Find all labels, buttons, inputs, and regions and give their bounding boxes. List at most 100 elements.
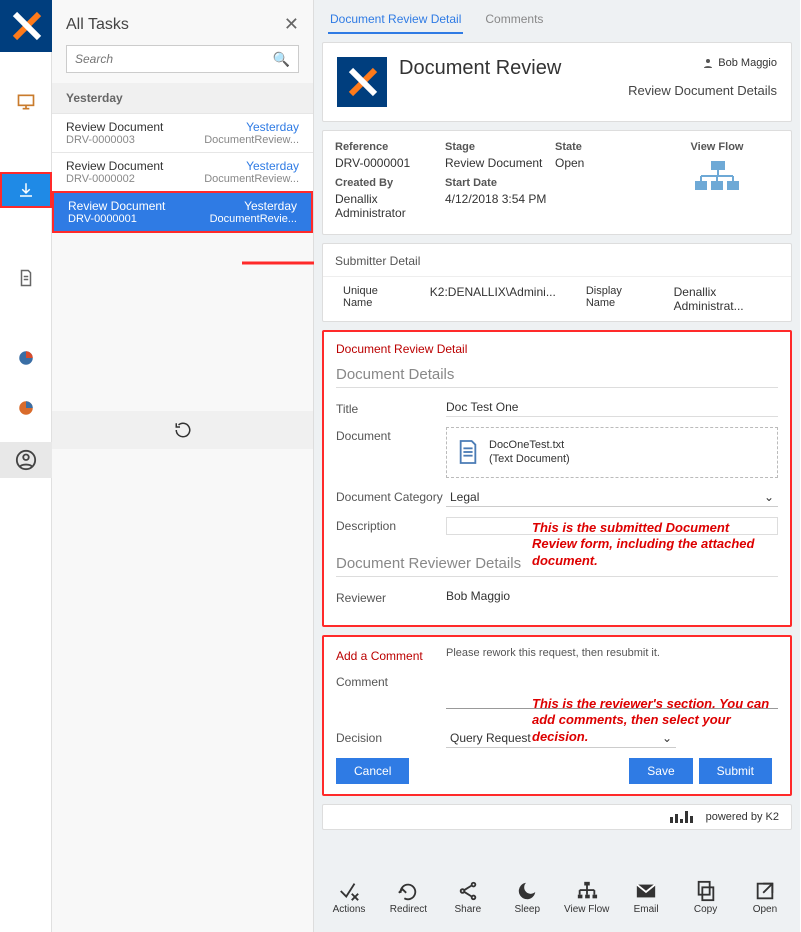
action-redirect[interactable]: Redirect	[385, 880, 431, 932]
category-select[interactable]: Legal ⌄	[446, 488, 778, 507]
save-button[interactable]: Save	[629, 758, 692, 784]
comment-card: Add a CommentPlease rework this request,…	[322, 635, 792, 796]
action-open[interactable]: Open	[742, 880, 788, 932]
submit-button[interactable]: Submit	[699, 758, 772, 784]
copy-icon	[695, 880, 717, 902]
rail-item-forms[interactable]	[0, 258, 52, 298]
action-share[interactable]: Share	[445, 880, 491, 932]
comment-label: Comment	[336, 673, 446, 689]
rail-item-report1[interactable]	[0, 338, 52, 378]
flow-chart-icon[interactable]	[693, 159, 741, 195]
add-comment-label: Add a Comment	[336, 647, 446, 663]
task-item-selected[interactable]: Review DocumentYesterday DRV-0000001Docu…	[52, 191, 313, 233]
viewflow-label: View Flow	[691, 141, 744, 153]
submitter-card: Submitter Detail Unique Name K2:DENALLIX…	[322, 243, 792, 322]
form-logo	[337, 57, 387, 107]
open-external-icon	[754, 880, 776, 902]
current-user: Bob Maggio	[718, 57, 777, 69]
chevron-down-icon: ⌄	[764, 490, 774, 504]
title-label: Title	[336, 400, 446, 416]
document-label: Document	[336, 427, 446, 443]
rail-item-report2[interactable]	[0, 388, 52, 428]
stage-label: Stage	[445, 141, 555, 153]
category-value: Legal	[450, 490, 479, 504]
user-circle-icon	[15, 449, 37, 471]
rail-item-profile[interactable]	[0, 442, 52, 478]
review-card-title: Document Review Detail	[336, 342, 778, 356]
presentation-icon	[16, 92, 36, 112]
decision-label: Decision	[336, 729, 446, 745]
task-ref: DRV-0000003	[66, 134, 135, 146]
uniquename-value: K2:DENALLIX\Admini...	[430, 285, 556, 299]
task-date: Yesterday	[246, 159, 299, 173]
page-title: Document Review	[399, 57, 561, 80]
search-input[interactable]	[67, 46, 265, 72]
document-icon	[17, 269, 35, 287]
left-rail	[0, 0, 52, 932]
header-card: Document Review Bob Maggio Review Docume…	[322, 42, 792, 122]
task-item[interactable]: Review DocumentYesterday DRV-0000003Docu…	[52, 113, 313, 152]
action-actions[interactable]: Actions	[326, 880, 372, 932]
reviewer-value: Bob Maggio	[446, 589, 778, 605]
flow-icon	[576, 880, 598, 902]
description-label: Description	[336, 517, 446, 533]
chevron-down-icon: ⌄	[662, 731, 672, 745]
action-bar: Actions Redirect Share Sleep View Flow E…	[314, 876, 800, 932]
page-subtitle: Review Document Details	[628, 83, 777, 98]
pie-chart-icon	[17, 349, 35, 367]
attachment-name: DocOneTest.txt	[489, 438, 570, 452]
task-wf: DocumentReview...	[204, 173, 299, 185]
task-title: Review Document	[66, 159, 163, 173]
title-value: Doc Test One	[446, 400, 778, 417]
comment-textarea[interactable]	[446, 673, 778, 709]
search-icon[interactable]: 🔍	[265, 51, 298, 68]
rail-item-inbox[interactable]	[0, 172, 52, 208]
close-icon[interactable]: ✕	[284, 14, 299, 35]
search-input-wrapper[interactable]: 🔍	[66, 45, 299, 73]
uniquename-label: Unique Name	[343, 285, 400, 309]
file-icon	[457, 439, 479, 465]
createdby-label: Created By	[335, 177, 445, 189]
refresh-button[interactable]	[52, 411, 313, 449]
state-value: Open	[555, 156, 655, 174]
description-input[interactable]	[446, 517, 778, 535]
document-review-detail-card: Document Review Detail Document Details …	[322, 330, 792, 627]
task-ref: DRV-0000001	[68, 213, 137, 225]
cancel-button[interactable]: Cancel	[336, 758, 409, 784]
download-icon	[17, 181, 35, 199]
email-icon	[635, 880, 657, 902]
tab-comments[interactable]: Comments	[483, 8, 545, 34]
powered-by-label: powered by K2	[706, 811, 779, 823]
task-date: Yesterday	[244, 199, 297, 213]
metadata-card: Reference Stage State View Flow DRV-0000…	[322, 130, 792, 235]
powered-by-footer: powered by K2	[322, 804, 792, 830]
action-copy[interactable]: Copy	[683, 880, 729, 932]
reviewer-label: Reviewer	[336, 589, 446, 605]
action-sleep[interactable]: Sleep	[504, 880, 550, 932]
task-group-header: Yesterday	[52, 83, 313, 113]
task-wf: DocumentReview...	[204, 134, 299, 146]
sidebar-title: All Tasks	[66, 16, 129, 34]
check-x-icon	[338, 880, 360, 902]
action-email[interactable]: Email	[623, 880, 669, 932]
state-label: State	[555, 141, 655, 153]
rail-item-workspace[interactable]	[0, 82, 52, 122]
detail-tabs: Document Review Detail Comments	[314, 0, 800, 34]
startdate-label: Start Date	[445, 177, 555, 189]
reference-label: Reference	[335, 141, 445, 153]
attachment-box[interactable]: DocOneTest.txt(Text Document)	[446, 427, 778, 478]
attachment-type: (Text Document)	[489, 452, 570, 466]
task-date: Yesterday	[246, 120, 299, 134]
decision-select[interactable]: Query Request⌄	[446, 729, 676, 748]
createdby-value: Denallix Administrator	[335, 192, 445, 224]
task-sidebar: All Tasks ✕ 🔍 Yesterday Review DocumentY…	[52, 0, 314, 932]
task-wf: DocumentRevie...	[210, 213, 297, 225]
action-viewflow[interactable]: View Flow	[564, 880, 610, 932]
submitter-card-title: Submitter Detail	[323, 244, 791, 277]
displayname-value: Denallix Administrat...	[674, 285, 771, 313]
refresh-icon	[174, 421, 192, 439]
task-item[interactable]: Review DocumentYesterday DRV-0000002Docu…	[52, 152, 313, 191]
tab-document-review-detail[interactable]: Document Review Detail	[328, 8, 463, 34]
app-logo	[0, 0, 52, 52]
section-document-details: Document Details	[336, 366, 778, 388]
